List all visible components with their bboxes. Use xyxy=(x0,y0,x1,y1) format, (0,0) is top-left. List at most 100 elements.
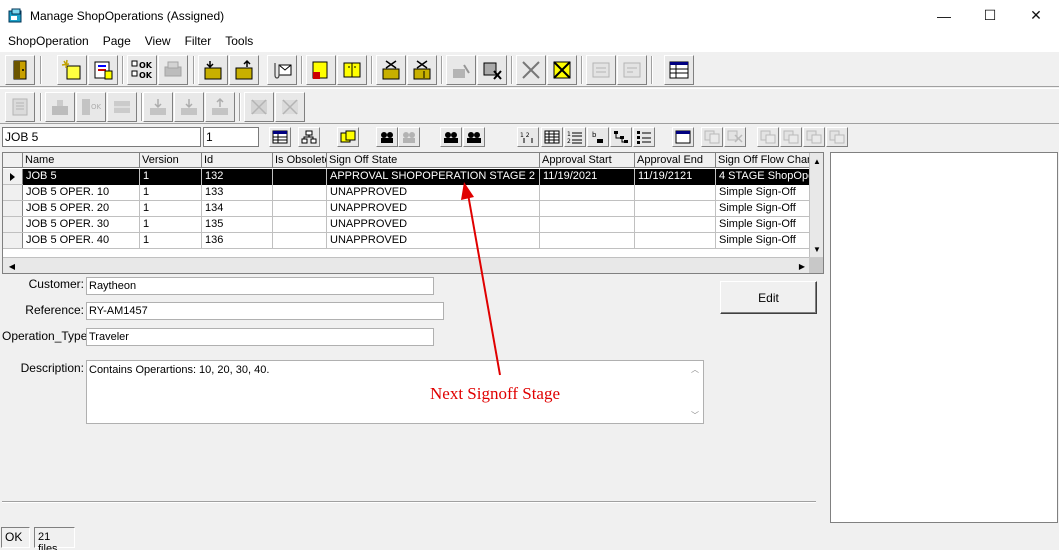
menu-view[interactable]: View xyxy=(137,34,177,48)
col-name[interactable]: Name xyxy=(23,153,140,168)
transfer-button[interactable] xyxy=(205,92,235,122)
col-version[interactable]: Version xyxy=(140,153,202,168)
routing-button[interactable] xyxy=(45,92,75,122)
filter-tree-button[interactable] xyxy=(298,127,320,147)
desc-scroll-down-icon[interactable]: ﹀ xyxy=(688,408,702,422)
properties-button[interactable] xyxy=(88,55,118,85)
filter-users-disabled-button[interactable] xyxy=(398,127,420,147)
list-hierarchy-button[interactable] xyxy=(633,127,655,147)
col-approval-start[interactable]: Approval Start xyxy=(540,153,635,168)
cell-end[interactable] xyxy=(635,201,716,217)
cell-name[interactable]: JOB 5 OPER. 20 xyxy=(23,201,140,217)
link-button[interactable] xyxy=(586,55,616,85)
shopoperations-grid[interactable]: Name Version Id Is Obsolete Sign Off Sta… xyxy=(2,152,824,274)
version-filter-input[interactable]: 1 xyxy=(203,127,259,147)
attach-mail-button[interactable] xyxy=(267,55,297,85)
cell-end[interactable]: 11/19/2121 xyxy=(635,169,716,185)
new-button[interactable] xyxy=(57,55,87,85)
filter-table-button[interactable] xyxy=(269,127,291,147)
name-filter-input[interactable]: JOB 5 xyxy=(2,127,201,147)
filter-group2-button[interactable] xyxy=(463,127,485,147)
scroll-up-icon[interactable]: ▲ xyxy=(810,154,823,168)
cell-id[interactable]: 133 xyxy=(202,185,273,201)
col-approval-end[interactable]: Approval End xyxy=(635,153,716,168)
cell-start[interactable] xyxy=(540,217,635,233)
cell-obsolete[interactable] xyxy=(273,217,327,233)
print-button[interactable] xyxy=(158,55,188,85)
cell-flow[interactable]: 4 STAGE ShopOpe xyxy=(716,169,811,185)
reference-field[interactable]: RY-AM1457 xyxy=(86,302,444,320)
col-sign-off-state[interactable]: Sign Off State xyxy=(327,153,540,168)
cell-name[interactable]: JOB 5 OPER. 30 xyxy=(23,217,140,233)
checkin-button[interactable] xyxy=(407,55,437,85)
cell-flow[interactable]: Simple Sign-Off xyxy=(716,185,811,201)
cell-start[interactable] xyxy=(540,201,635,217)
paste-special-button[interactable] xyxy=(780,127,802,147)
copy-button[interactable] xyxy=(701,127,723,147)
exit-door-button[interactable] xyxy=(5,55,35,85)
delete-button[interactable] xyxy=(516,55,546,85)
cell-obsolete[interactable] xyxy=(273,233,327,249)
menu-shopoperation[interactable]: ShopOperation xyxy=(0,34,95,48)
cell-name[interactable]: JOB 5 OPER. 10 xyxy=(23,185,140,201)
scroll-left-icon[interactable]: ◀ xyxy=(5,259,19,273)
new-revision-button[interactable] xyxy=(306,55,336,85)
col-is-obsolete[interactable]: Is Obsolete xyxy=(273,153,327,168)
table-row[interactable]: JOB 5 OPER. 20 1 134 UNAPPROVED Simple Sign-… xyxy=(3,201,811,217)
cell-name[interactable]: JOB 5 xyxy=(23,169,140,185)
minimize-button[interactable]: — xyxy=(921,0,967,31)
description-scrollbar[interactable]: ︿ ﹀ xyxy=(688,362,702,422)
grid-vertical-scrollbar[interactable]: ▲ ▼ xyxy=(809,153,823,257)
operation-type-field[interactable]: Traveler xyxy=(86,328,434,346)
cancel-approval-button[interactable] xyxy=(275,92,305,122)
cell-version[interactable]: 1 xyxy=(140,233,202,249)
cell-flow[interactable]: Simple Sign-Off xyxy=(716,201,811,217)
cell-end[interactable] xyxy=(635,217,716,233)
filter-group-button[interactable] xyxy=(440,127,462,147)
table-row[interactable]: JOB 5 OPER. 10 1 133 UNAPPROVED Simple Sign-… xyxy=(3,185,811,201)
numbered-list-button[interactable]: 12 xyxy=(564,127,586,147)
table-row[interactable]: JOB 5 OPER. 40 1 136 UNAPPROVED Simple Sign-… xyxy=(3,233,811,249)
cell-end[interactable] xyxy=(635,185,716,201)
paste-button[interactable] xyxy=(757,127,779,147)
scroll-down-icon[interactable]: ▼ xyxy=(810,242,823,256)
sort-numeric-button[interactable]: 1 2 xyxy=(517,127,539,147)
edit-button[interactable]: Edit xyxy=(720,281,817,314)
unload-button[interactable] xyxy=(174,92,204,122)
cell-flow[interactable]: Simple Sign-Off xyxy=(716,217,811,233)
checkout-button[interactable] xyxy=(376,55,406,85)
col-sign-off-flow[interactable]: Sign Off Flow Char xyxy=(716,153,811,168)
cell-obsolete[interactable] xyxy=(273,185,327,201)
approve-button[interactable]: OK xyxy=(76,92,106,122)
cell-start[interactable]: 11/19/2021 xyxy=(540,169,635,185)
paste-copy-button[interactable] xyxy=(826,127,848,147)
purge-button[interactable] xyxy=(547,55,577,85)
menu-page[interactable]: Page xyxy=(95,34,137,48)
desc-scroll-up-icon[interactable]: ︿ xyxy=(688,362,702,376)
export-button[interactable] xyxy=(229,55,259,85)
cell-version[interactable]: 1 xyxy=(140,201,202,217)
cell-obsolete[interactable] xyxy=(273,169,327,185)
alpha-sort-button[interactable]: b xyxy=(587,127,609,147)
grid-view-button[interactable] xyxy=(541,127,563,147)
cell-name[interactable]: JOB 5 OPER. 40 xyxy=(23,233,140,249)
cell-version[interactable]: 1 xyxy=(140,185,202,201)
load-button[interactable] xyxy=(143,92,173,122)
filter-folder-button[interactable] xyxy=(337,127,359,147)
description-field[interactable]: Contains Operartions: 10, 20, 30, 40. ︿ … xyxy=(86,360,704,424)
paste-link-button[interactable] xyxy=(803,127,825,147)
cell-id[interactable]: 136 xyxy=(202,233,273,249)
open-book-button[interactable] xyxy=(337,55,367,85)
close-button[interactable]: ✕ xyxy=(1013,0,1059,31)
release-button[interactable] xyxy=(446,55,476,85)
cancel-transfer-button[interactable] xyxy=(244,92,274,122)
cell-start[interactable] xyxy=(540,233,635,249)
cell-version[interactable]: 1 xyxy=(140,217,202,233)
menu-tools[interactable]: Tools xyxy=(217,34,259,48)
release-cancel-button[interactable] xyxy=(477,55,507,85)
import-button[interactable] xyxy=(198,55,228,85)
cell-obsolete[interactable] xyxy=(273,201,327,217)
document-button[interactable] xyxy=(5,92,35,122)
cell-flow[interactable]: Simple Sign-Off xyxy=(716,233,811,249)
cell-id[interactable]: 135 xyxy=(202,217,273,233)
